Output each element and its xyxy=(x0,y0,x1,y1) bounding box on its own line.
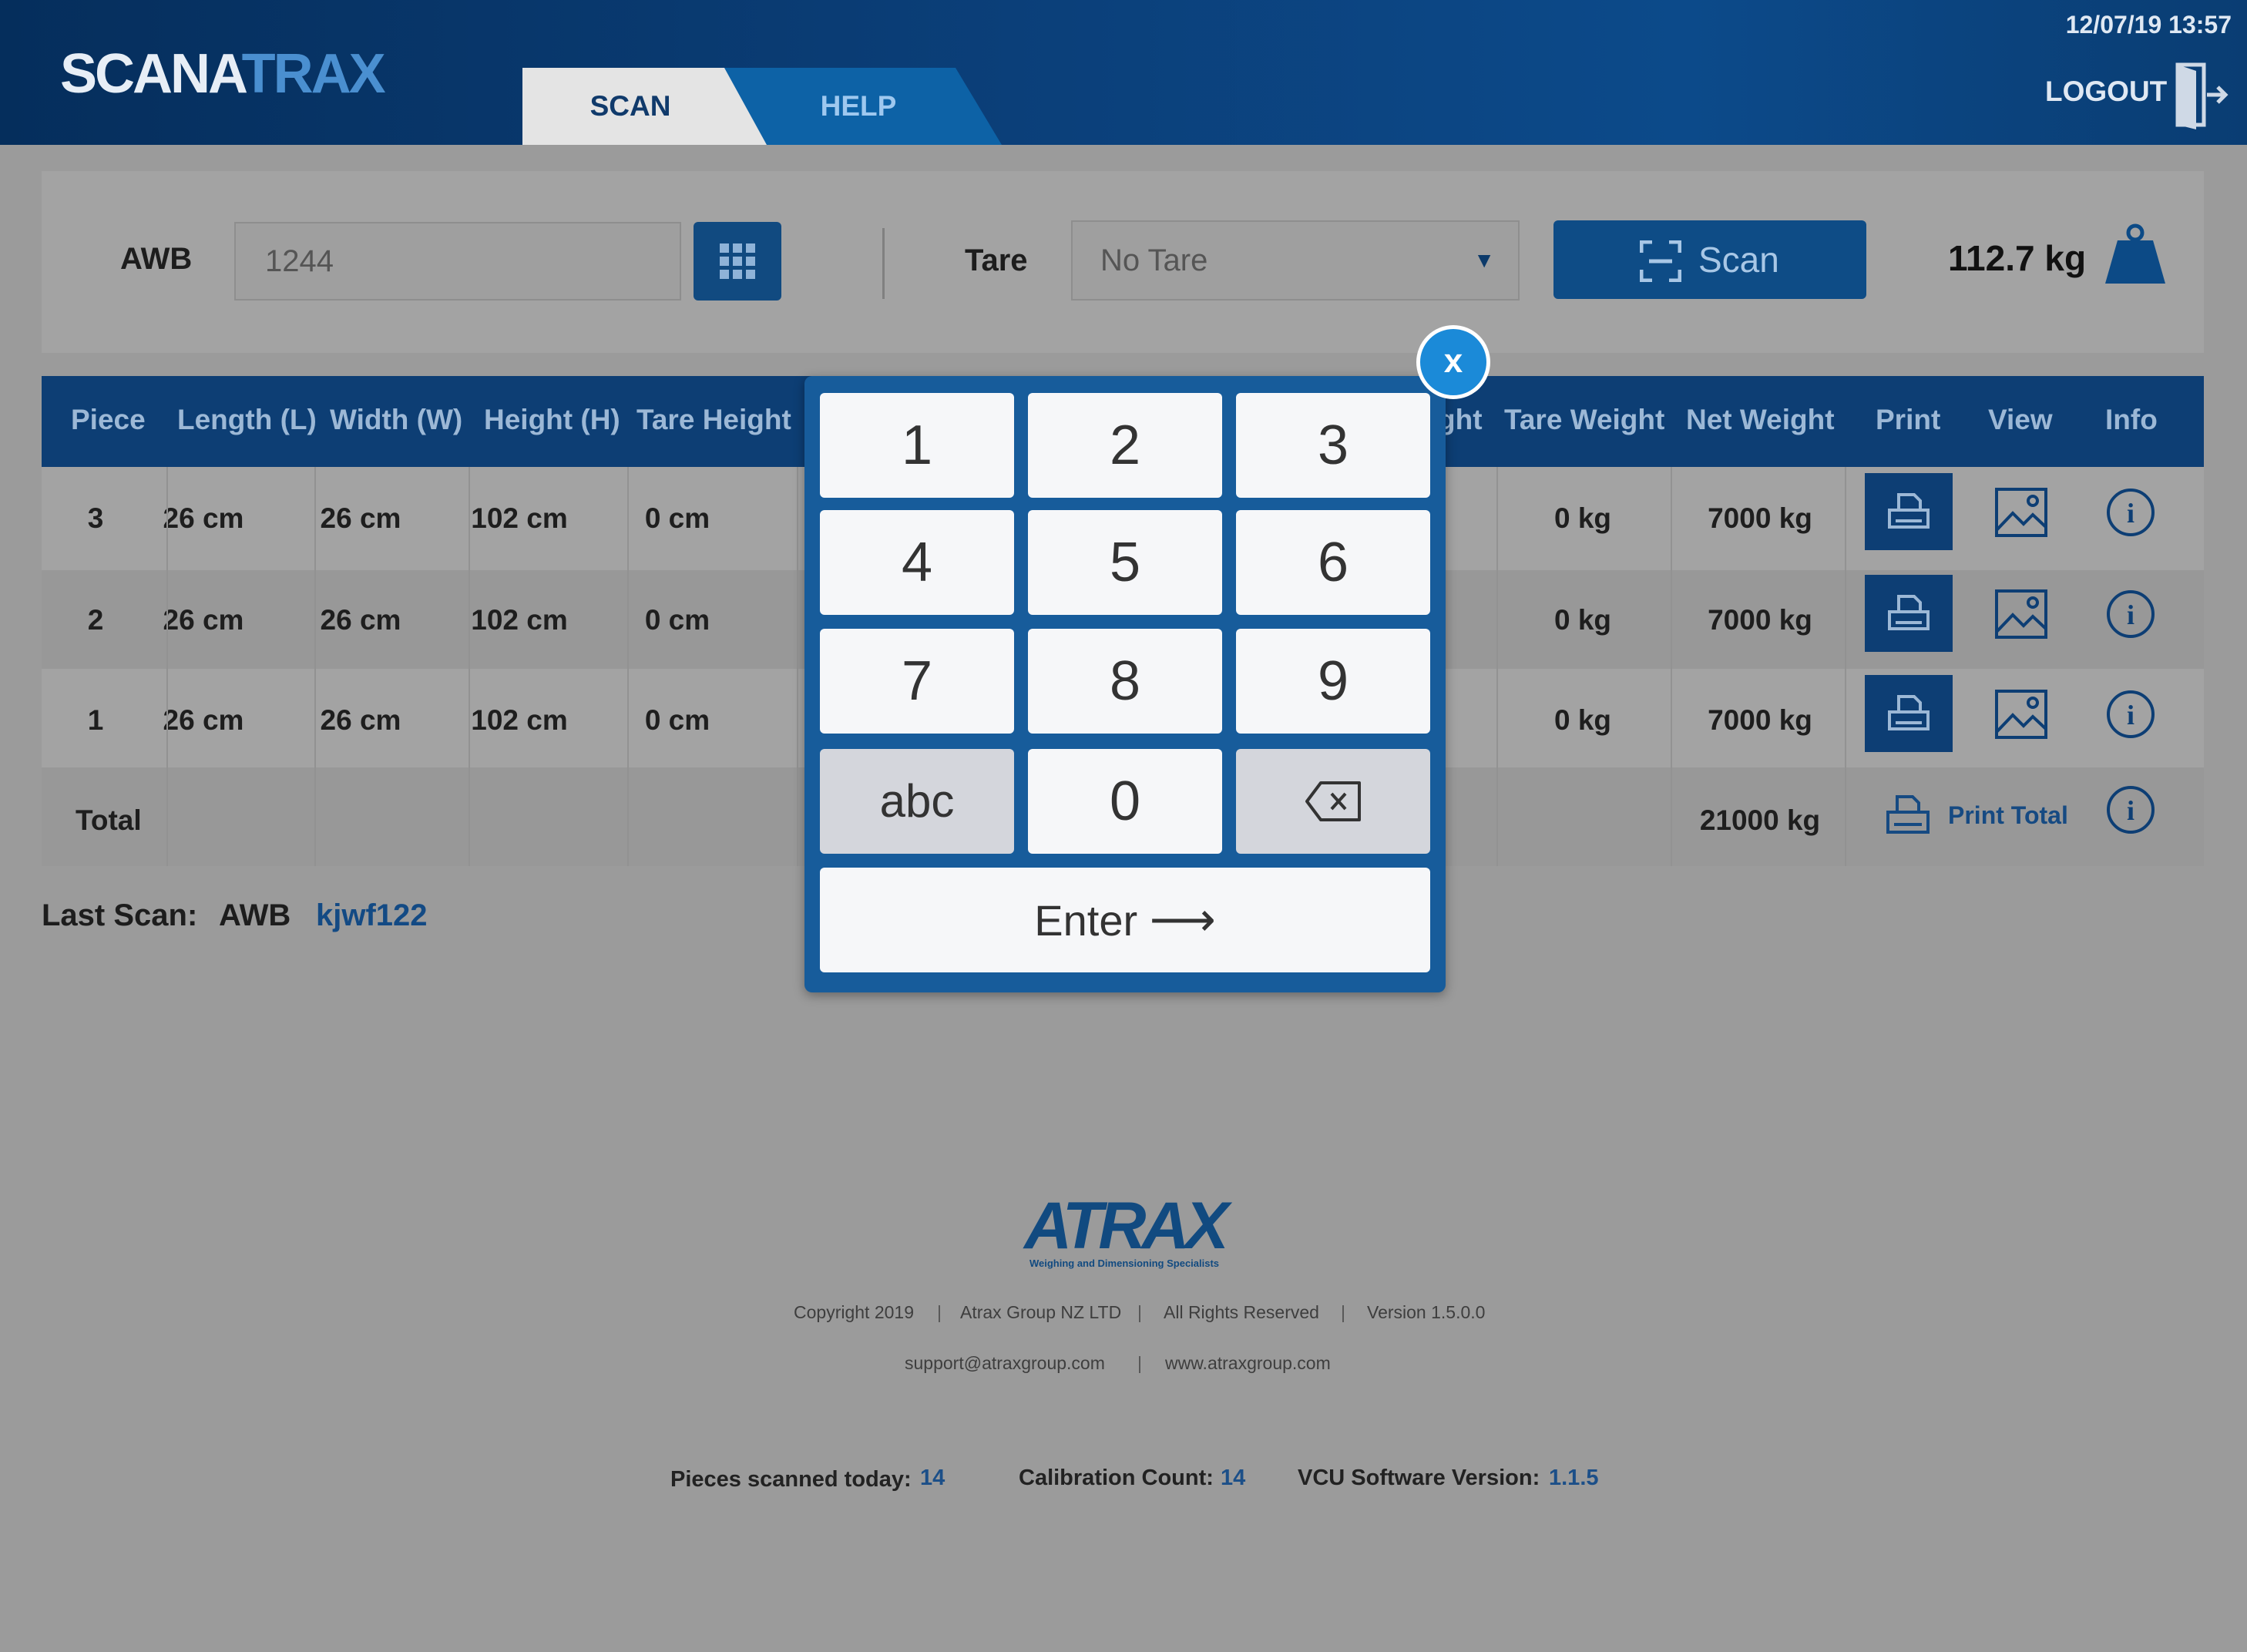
last-scan-label: Last Scan: xyxy=(42,898,198,932)
svg-text:i: i xyxy=(2127,498,2134,529)
key-enter[interactable]: Enter ⟶ xyxy=(820,868,1430,972)
last-scan-awb-link[interactable]: kjwf122 xyxy=(316,898,428,933)
pieces-scanned-label: Pieces scanned today: xyxy=(670,1467,912,1492)
support-email-link[interactable]: support@atraxgroup.com xyxy=(905,1353,1105,1374)
key-7[interactable]: 7 xyxy=(820,629,1014,734)
key-5[interactable]: 5 xyxy=(1028,510,1222,615)
key-2[interactable]: 2 xyxy=(1028,393,1222,498)
logout-button[interactable]: LOGOUT xyxy=(2045,76,2167,108)
print-total-button[interactable]: Print Total xyxy=(1948,801,2068,830)
keypad-toggle-button[interactable] xyxy=(694,222,781,301)
app-header: SCANATRAX SCAN HELP 12/07/19 13:57 LOGOU… xyxy=(0,0,2247,145)
scan-button[interactable]: Scan xyxy=(1553,220,1866,299)
vcu-version-value: 1.1.5 xyxy=(1549,1466,1599,1490)
svg-text:i: i xyxy=(2127,599,2134,630)
grid-keypad-icon xyxy=(720,243,755,279)
scan-frame-icon xyxy=(1640,240,1681,282)
printer-icon[interactable] xyxy=(1885,794,1931,837)
key-0[interactable]: 0 xyxy=(1028,749,1222,854)
info-icon[interactable]: i xyxy=(2105,689,2156,740)
door-exit-icon[interactable] xyxy=(2173,60,2229,129)
awb-label: AWB xyxy=(120,242,193,276)
calibration-count-label: Calibration Count: xyxy=(1019,1466,1214,1490)
footer-rights: All Rights Reserved xyxy=(1164,1302,1319,1322)
footer-version: Version 1.5.0.0 xyxy=(1367,1302,1486,1322)
info-icon[interactable]: i xyxy=(2105,784,2156,835)
atrax-logo: ATRAX Weighing and Dimensioning Speciali… xyxy=(1023,1193,1233,1269)
col-info: Info xyxy=(2105,404,2158,435)
backspace-icon xyxy=(1305,781,1361,821)
key-8[interactable]: 8 xyxy=(1028,629,1222,734)
print-button[interactable] xyxy=(1865,575,1953,652)
footer-copyright: Copyright 2019 xyxy=(794,1302,914,1322)
key-9[interactable]: 9 xyxy=(1236,629,1430,734)
image-icon[interactable] xyxy=(1994,589,2048,640)
footer-company: Atrax Group NZ LTD xyxy=(960,1302,1122,1322)
col-height: Height (H) xyxy=(484,404,620,435)
numeric-keypad-modal: 1 2 3 4 5 6 7 8 9 abc 0 Enter ⟶ xyxy=(804,376,1446,992)
info-icon[interactable]: i xyxy=(2105,589,2156,640)
col-length: Length (L) xyxy=(177,404,317,435)
key-backspace[interactable] xyxy=(1236,749,1430,854)
col-net-weight: Net Weight xyxy=(1686,404,1835,435)
weight-icon xyxy=(2105,223,2165,284)
svg-text:i: i xyxy=(2127,795,2134,826)
col-tare-height: Tare Height xyxy=(636,404,791,435)
tare-label: Tare xyxy=(965,243,1028,277)
print-button[interactable] xyxy=(1865,675,1953,752)
calibration-count-value: 14 xyxy=(1221,1466,1246,1490)
scanatrax-logo: SCANATRAX xyxy=(60,43,386,105)
col-view: View xyxy=(1988,404,2053,435)
website-link[interactable]: www.atraxgroup.com xyxy=(1165,1353,1331,1374)
key-4[interactable]: 4 xyxy=(820,510,1014,615)
datetime-display: 12/07/19 13:57 xyxy=(2065,11,2232,39)
key-6[interactable]: 6 xyxy=(1236,510,1430,615)
key-3[interactable]: 3 xyxy=(1236,393,1430,498)
info-icon[interactable]: i xyxy=(2105,487,2156,538)
current-weight: 112.7 kg xyxy=(1948,238,2087,278)
svg-text:Weighing and Dimensioning Spec: Weighing and Dimensioning Specialists xyxy=(1029,1257,1219,1269)
svg-text:ATRAX: ATRAX xyxy=(1023,1193,1232,1263)
dropdown-arrow-icon: ▼ xyxy=(1473,248,1495,272)
print-button[interactable] xyxy=(1865,473,1953,550)
col-piece: Piece xyxy=(71,404,146,435)
pieces-scanned-value: 14 xyxy=(920,1466,945,1490)
arrow-right-icon: ⟶ xyxy=(1149,894,1216,945)
vcu-version-label: VCU Software Version: xyxy=(1298,1466,1540,1490)
awb-input[interactable]: 1244 xyxy=(234,222,681,301)
col-print: Print xyxy=(1876,404,1941,435)
image-icon[interactable] xyxy=(1994,487,2048,538)
col-tare-weight: Tare Weight xyxy=(1504,404,1665,435)
divider xyxy=(882,228,885,299)
tab-help[interactable]: HELP xyxy=(724,68,1002,145)
key-1[interactable]: 1 xyxy=(820,393,1014,498)
printer-icon xyxy=(1888,695,1930,730)
tare-select[interactable]: No Tare ▼ xyxy=(1071,220,1520,301)
close-keypad-button[interactable]: x xyxy=(1416,325,1490,399)
printer-icon xyxy=(1888,595,1930,630)
key-abc[interactable]: abc xyxy=(820,749,1014,854)
col-width: Width (W) xyxy=(330,404,463,435)
last-scan-awb-label: AWB xyxy=(219,898,291,932)
image-icon[interactable] xyxy=(1994,689,2048,740)
printer-icon xyxy=(1888,493,1930,529)
svg-text:i: i xyxy=(2127,700,2134,730)
